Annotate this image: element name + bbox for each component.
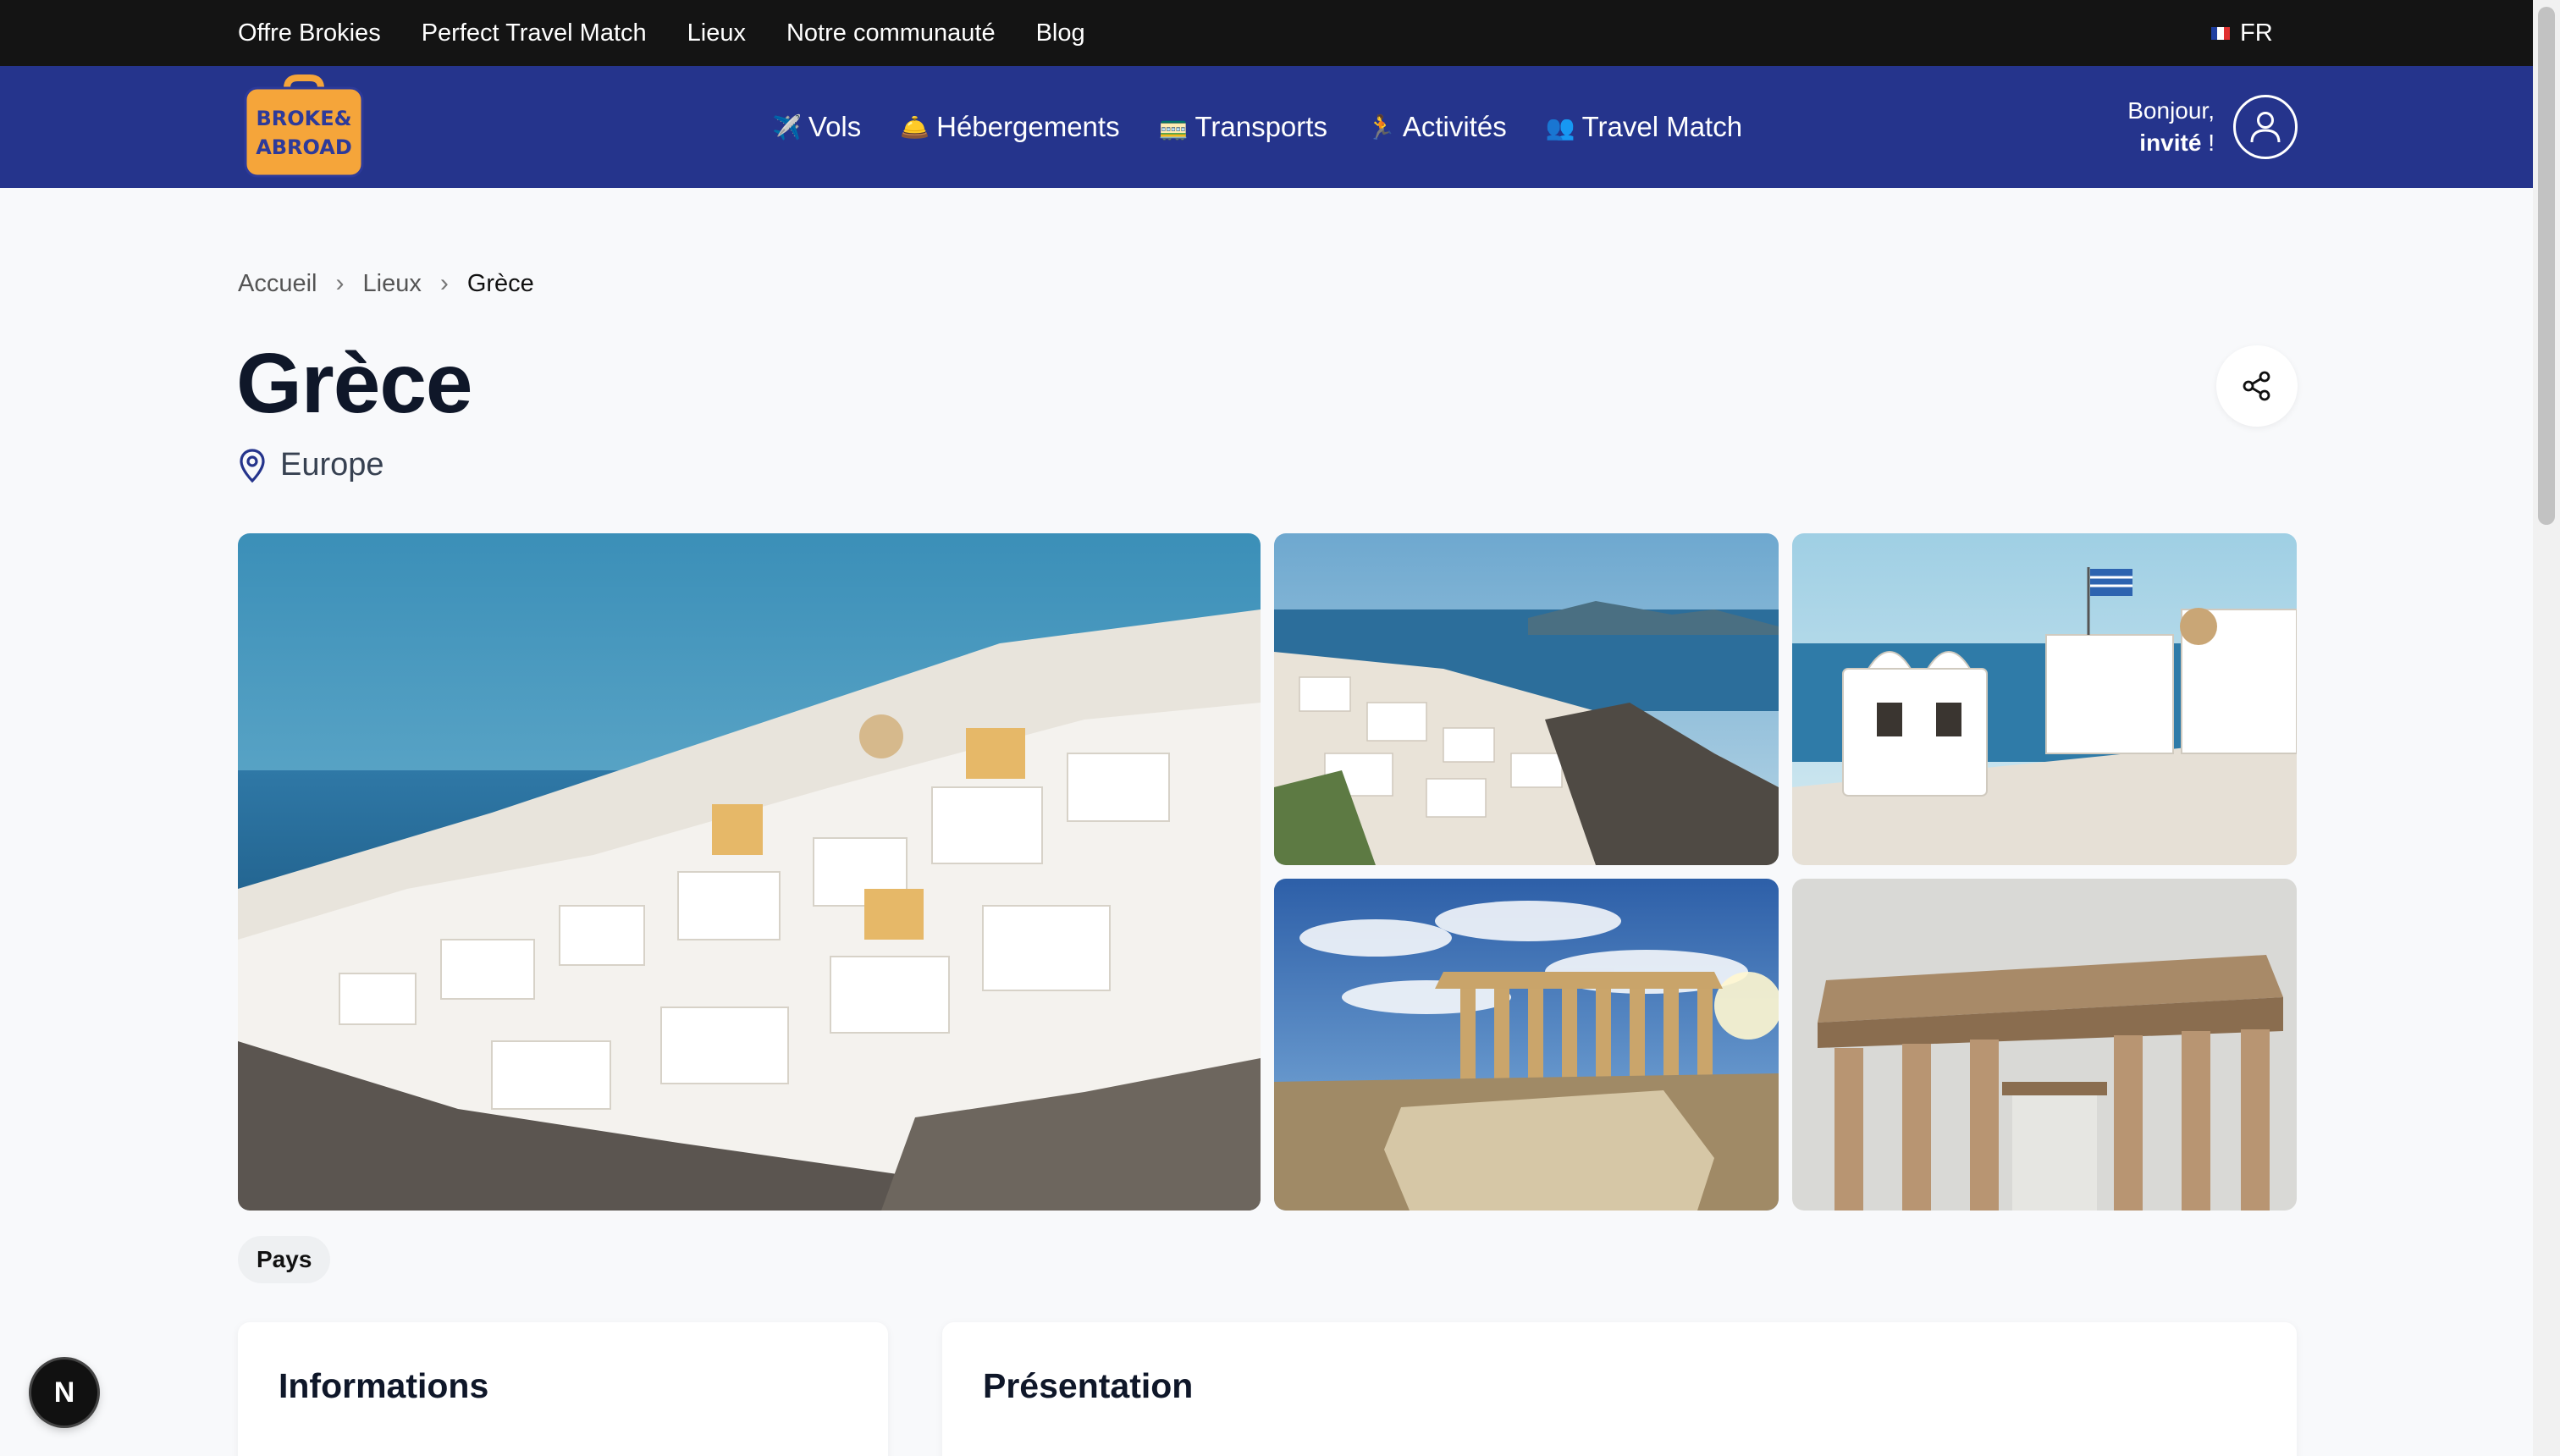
top-links: Offre Brokies Perfect Travel Match Lieux…: [238, 0, 1085, 66]
logo-text-line2: ABROAD: [256, 135, 352, 159]
train-icon: 🚃: [1158, 113, 1189, 141]
breadcrumb: Accueil › Lieux › Grèce: [238, 269, 534, 298]
nav-item-transports[interactable]: 🚃 Transports: [1159, 111, 1327, 143]
chevron-right-icon: ›: [335, 269, 345, 297]
nav-item-label: Vols: [808, 111, 862, 142]
nextjs-dev-badge[interactable]: N: [31, 1359, 97, 1426]
region-label: Europe: [280, 447, 384, 483]
nav-item-label: Travel Match: [1581, 111, 1743, 142]
top-link-communaute[interactable]: Notre communauté: [786, 19, 996, 47]
nav-item-activites[interactable]: 🏃 Activités: [1366, 111, 1507, 143]
runner-icon: 🏃: [1366, 113, 1396, 141]
breadcrumb-lieux[interactable]: Lieux: [363, 270, 422, 298]
logo-text-line1: BROKE&: [256, 107, 351, 130]
informations-title: Informations: [279, 1366, 489, 1405]
gallery-main-photo[interactable]: [238, 533, 1261, 1211]
gallery-photo-2[interactable]: [1274, 533, 1779, 865]
region: Europe: [238, 447, 384, 483]
nav-item-label: Hébergements: [936, 111, 1120, 142]
gallery-photo-3[interactable]: [1792, 533, 2297, 865]
nav-items: ✈️ Vols 🛎️ Hébergements 🚃 Transports 🏃 A…: [772, 66, 1742, 188]
language-label: FR: [2240, 19, 2273, 47]
greeting-line1: Bonjour,: [2127, 97, 2215, 124]
top-bar: Offre Brokies Perfect Travel Match Lieux…: [0, 0, 2533, 66]
nav-item-travel-match[interactable]: 👥 Travel Match: [1546, 111, 1742, 143]
scrollbar-thumb[interactable]: [2538, 7, 2555, 525]
user-icon: [2250, 112, 2281, 143]
greeting-name: invité: [2139, 130, 2202, 156]
top-link-blog[interactable]: Blog: [1036, 19, 1085, 47]
airplane-icon: ✈️: [772, 113, 802, 141]
nav-item-label: Transports: [1194, 111, 1327, 142]
bell-icon: 🛎️: [900, 113, 930, 141]
gallery-photo-5[interactable]: [1792, 879, 2297, 1211]
greeting: Bonjour, invité !: [2116, 95, 2215, 159]
broke-abroad-logo[interactable]: BROKE& ABROAD: [240, 73, 367, 179]
greeting-suffix: !: [2201, 130, 2215, 156]
breadcrumb-accueil[interactable]: Accueil: [238, 270, 317, 298]
presentation-title: Présentation: [983, 1366, 1194, 1405]
top-link-lieux[interactable]: Lieux: [687, 19, 746, 47]
category-tag: Pays: [238, 1236, 331, 1283]
presentation-card: Présentation: [942, 1322, 2297, 1456]
nav-item-label: Activités: [1402, 111, 1507, 142]
share-button[interactable]: [2216, 345, 2298, 427]
nav-item-vols[interactable]: ✈️ Vols: [772, 111, 861, 143]
nav-item-hebergements[interactable]: 🛎️ Hébergements: [900, 111, 1119, 143]
people-icon: 👥: [1545, 113, 1575, 141]
top-link-offre-brokies[interactable]: Offre Brokies: [238, 19, 381, 47]
breadcrumb-current: Grèce: [466, 269, 534, 297]
gallery-photo-4[interactable]: [1274, 879, 1779, 1211]
informations-card: Informations: [238, 1322, 888, 1456]
top-link-perfect-travel-match[interactable]: Perfect Travel Match: [422, 19, 647, 47]
french-flag-icon: [2211, 26, 2230, 40]
page-title: Grèce: [236, 336, 473, 431]
language-selector[interactable]: FR: [2211, 0, 2273, 66]
user-account-button[interactable]: [2233, 95, 2298, 159]
location-pin-icon: [240, 448, 265, 483]
chevron-right-icon: ›: [439, 269, 449, 297]
share-icon: [2243, 371, 2270, 401]
